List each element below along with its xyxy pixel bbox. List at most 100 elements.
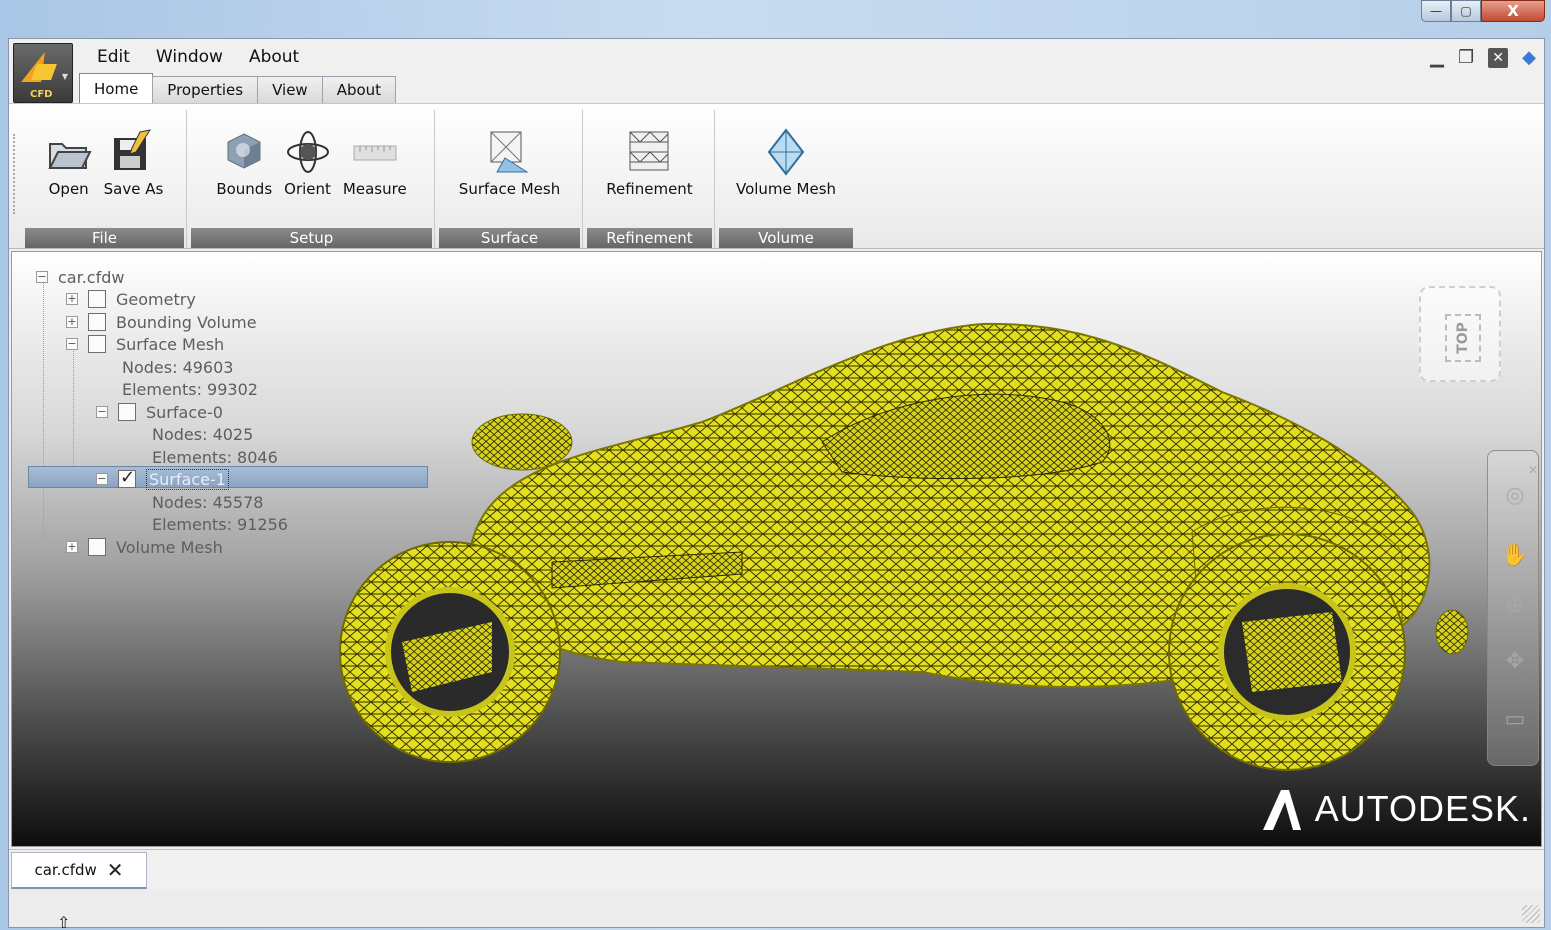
tab-home[interactable]: Home — [79, 73, 154, 103]
volume-mesh-icon — [763, 128, 809, 176]
window-titlebar: — ▢ X — [0, 0, 1551, 38]
tab-about[interactable]: About — [321, 76, 397, 104]
tree-info-label: Nodes: 4025 — [152, 424, 254, 444]
cube-icon — [221, 128, 267, 176]
bounds-button[interactable]: Bounds — [216, 128, 272, 226]
ribbon-group-label-file: File — [25, 228, 184, 248]
orient-button[interactable]: Orient — [284, 128, 331, 226]
refinement-icon — [626, 128, 672, 176]
bounding-volume-checkbox[interactable] — [88, 313, 106, 331]
tree-item-surface-1[interactable]: − Surface-1 — [96, 467, 229, 490]
collapse-icon[interactable]: − — [66, 338, 78, 350]
tree-connector — [73, 348, 74, 468]
help-icon[interactable]: ◆ — [1522, 47, 1536, 68]
bounds-label: Bounds — [216, 180, 273, 198]
tree-info-label: Nodes: 45578 — [152, 492, 264, 512]
3d-viewport[interactable]: − car.cfdw + Geometry + Bounding Volume … — [11, 251, 1542, 847]
ribbon-tabs: Home Properties View About — [79, 73, 397, 104]
pan-hand-icon[interactable]: ✋ — [1500, 541, 1530, 571]
document-tab-label: car.cfdw — [34, 861, 97, 879]
geometry-checkbox[interactable] — [88, 290, 106, 308]
close-tab-icon[interactable]: ✕ — [107, 858, 124, 882]
ribbon-group-label-setup: Setup — [191, 228, 432, 248]
save-as-button[interactable]: Save As — [103, 128, 164, 226]
surface-mesh-label: Surface Mesh — [458, 180, 561, 198]
viewcube[interactable]: TOP — [1419, 286, 1501, 382]
tree-item-label: Surface-1 — [146, 468, 229, 490]
tree-item-surface-0[interactable]: − Surface-0 — [96, 401, 223, 423]
autodesk-logo: AUTODESK. — [1259, 786, 1531, 832]
tree-item-label: Volume Mesh — [116, 537, 223, 557]
volume-mesh-label: Volume Mesh — [735, 180, 837, 198]
menu-about[interactable]: About — [247, 47, 301, 67]
zoom-icon[interactable]: ⊕ — [1500, 591, 1530, 621]
collapse-icon[interactable]: − — [96, 473, 108, 485]
chevron-down-icon: ▼ — [61, 72, 68, 81]
autodesk-wordmark: AUTODESK. — [1314, 788, 1531, 829]
window-minimize-button[interactable]: — — [1421, 0, 1451, 22]
autodesk-mark-icon — [1262, 790, 1301, 830]
orient-label: Orient — [284, 180, 331, 198]
orbit-icon[interactable]: ✥ — [1500, 647, 1530, 677]
tree-item-label: Surface-0 — [146, 402, 223, 422]
open-button[interactable]: Open — [46, 128, 92, 226]
tree-info-label: Elements: 99302 — [122, 379, 258, 399]
tree-root[interactable]: − car.cfdw — [36, 266, 124, 288]
app-logo-label: CFD — [30, 89, 53, 100]
expand-icon[interactable]: + — [66, 541, 78, 553]
tree-item-geometry[interactable]: + Geometry — [66, 288, 196, 310]
ribbon-group-label-volume: Volume — [719, 228, 853, 248]
ribbon-group-volume: Volume Mesh Volume — [717, 110, 855, 248]
document-tab-strip: car.cfdw ✕ — [9, 849, 1544, 890]
ribbon-group-refinement: Refinement Refinement — [585, 110, 715, 248]
steering-wheel-icon[interactable]: ◎ — [1500, 481, 1530, 511]
menu-bar: Edit Window About — [95, 47, 301, 67]
surface-mesh-button[interactable]: Surface Mesh — [459, 128, 560, 226]
window-close-button[interactable]: X — [1481, 0, 1545, 22]
save-as-label: Save As — [103, 180, 164, 198]
surface-0-checkbox[interactable] — [118, 403, 136, 421]
car-mesh-model[interactable] — [322, 312, 1472, 792]
tree-info-label: Elements: 91256 — [152, 514, 288, 534]
orient-icon — [285, 128, 331, 176]
volume-mesh-button[interactable]: Volume Mesh — [736, 128, 836, 226]
cursor-icon: ⇧ — [57, 913, 71, 930]
tree-info-label: Nodes: 49603 — [122, 357, 234, 377]
tree-item-volume-mesh[interactable]: + Volume Mesh — [66, 536, 223, 558]
tree-item-label: Surface Mesh — [116, 334, 225, 354]
volume-mesh-checkbox[interactable] — [88, 538, 106, 556]
ribbon-grip — [13, 134, 19, 214]
expand-icon[interactable]: + — [66, 316, 78, 328]
menu-window[interactable]: Window — [154, 47, 225, 67]
doc-close-icon[interactable]: ✕ — [1488, 47, 1509, 68]
window-maximize-button[interactable]: ▢ — [1451, 0, 1481, 22]
resize-grip[interactable] — [1522, 905, 1540, 923]
look-icon[interactable]: ▭ — [1500, 705, 1530, 735]
surface-1-checkbox[interactable] — [118, 467, 136, 488]
viewcube-face-label: TOP — [1455, 322, 1471, 354]
collapse-icon[interactable]: − — [36, 271, 48, 283]
doc-minimize-icon[interactable]: ▁ — [1430, 47, 1444, 68]
document-tab[interactable]: car.cfdw ✕ — [11, 852, 147, 890]
refinement-button[interactable]: Refinement — [606, 128, 693, 226]
tree-item-surface-mesh[interactable]: − Surface Mesh — [66, 333, 224, 355]
tab-properties[interactable]: Properties — [152, 76, 259, 104]
ribbon-group-label-refinement: Refinement — [587, 228, 712, 248]
measure-button[interactable]: Measure — [343, 128, 407, 226]
status-bar: ⇧ — [9, 889, 1544, 930]
open-label: Open — [48, 180, 89, 198]
save-as-icon — [110, 128, 156, 176]
navigation-bar: ✕ ◎ ✋ ⊕ ✥ ▭ — [1487, 450, 1539, 766]
surface-mesh-checkbox[interactable] — [88, 335, 106, 353]
measure-label: Measure — [342, 180, 407, 198]
doc-restore-icon[interactable]: ❐ — [1458, 47, 1474, 68]
menu-edit[interactable]: Edit — [95, 47, 132, 67]
tree-info-nodes: Nodes: 4025 — [152, 423, 253, 445]
tree-item-bounding-volume[interactable]: + Bounding Volume — [66, 311, 257, 333]
collapse-icon[interactable]: − — [96, 406, 108, 418]
tab-view[interactable]: View — [257, 76, 323, 104]
expand-icon[interactable]: + — [66, 293, 78, 305]
viewcube-top-face[interactable]: TOP — [1445, 314, 1481, 362]
app-menu-button[interactable]: ▼ CFD — [13, 43, 73, 103]
tree-info-elements: Elements: 99302 — [122, 378, 258, 400]
